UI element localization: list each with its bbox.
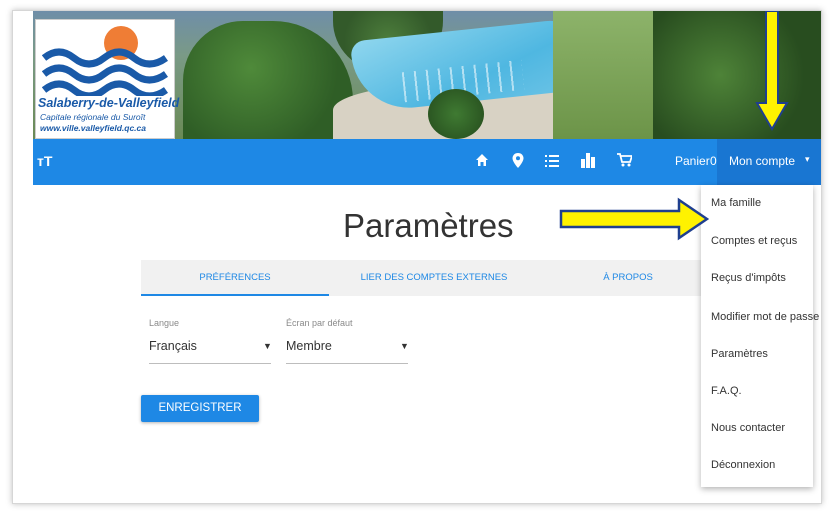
menu-item-logout[interactable]: Déconnexion [711, 459, 775, 471]
caret-down-icon: ▾ [805, 154, 810, 164]
logo-subtitle: Capitale régionale du Suroît [40, 112, 146, 122]
logo-url: www.ville.valleyfield.qc.ca [40, 123, 146, 133]
annotation-arrow-right [559, 197, 709, 241]
trees-right [653, 11, 821, 139]
menu-item-my-family[interactable]: Ma famille [711, 197, 761, 209]
lawn [553, 11, 663, 139]
tab-active-indicator [141, 294, 329, 296]
menu-item-accounts-receipts[interactable]: Comptes et reçus [711, 235, 797, 247]
menu-item-contact[interactable]: Nous contacter [711, 422, 785, 434]
browser-frame: Salaberry-de-Valleyfield Capitale région… [12, 10, 822, 504]
default-screen-underline [286, 363, 408, 364]
logo-city-name: Salaberry-de-Valleyfield [38, 96, 180, 110]
save-button[interactable]: ENREGISTRER [141, 395, 259, 422]
top-navbar: ᴛT Panier 0 Mon compte ▾ [33, 139, 821, 185]
menu-item-change-password[interactable]: Modifier mot de passe [711, 311, 819, 323]
waves-icon [42, 48, 168, 96]
account-dropdown-menu: Ma famille Comptes et reçus Reçus d'impô… [701, 185, 819, 487]
account-label: Mon compte [729, 154, 796, 168]
settings-tabs: PRÉFÉRENCES LIER DES COMPTES EXTERNES À … [141, 260, 717, 296]
cart-count: 0 [710, 154, 717, 168]
cart-label[interactable]: Panier [675, 154, 710, 168]
tab-preferences[interactable]: PRÉFÉRENCES [141, 260, 329, 296]
city-logo[interactable]: Salaberry-de-Valleyfield Capitale région… [35, 19, 180, 139]
caret-down-icon: ▼ [263, 341, 272, 351]
city-icon[interactable] [581, 153, 595, 168]
default-screen-label: Écran par défaut [286, 318, 353, 328]
trees-left [183, 21, 353, 139]
text-size-icon[interactable]: ᴛT [37, 153, 52, 169]
cart-icon[interactable] [617, 153, 632, 167]
account-menu-button[interactable]: Mon compte ▾ [717, 139, 821, 185]
map-pin-icon[interactable] [512, 153, 524, 168]
language-value: Français [149, 339, 197, 353]
language-underline [149, 363, 271, 364]
menu-item-tax-receipts[interactable]: Reçus d'impôts [711, 272, 786, 284]
language-label: Langue [149, 318, 180, 328]
default-screen-value: Membre [286, 339, 332, 353]
tab-about[interactable]: À PROPOS [539, 260, 717, 296]
tab-linked-accounts[interactable]: LIER DES COMPTES EXTERNES [329, 260, 539, 296]
caret-down-icon: ▼ [400, 341, 409, 351]
list-icon[interactable] [545, 155, 559, 167]
menu-item-faq[interactable]: F.A.Q. [711, 385, 742, 397]
home-icon[interactable] [475, 153, 489, 167]
page-title: Paramètres [343, 207, 514, 244]
menu-item-settings[interactable]: Paramètres [711, 348, 768, 360]
annotation-arrow-down [755, 11, 789, 131]
tree-small [428, 89, 484, 139]
